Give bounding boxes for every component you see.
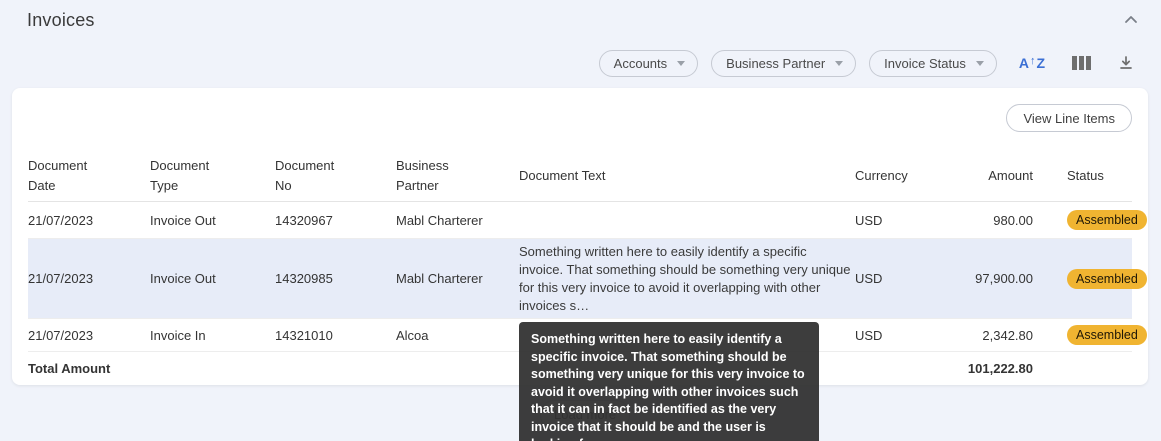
header-document-no: Document No [275, 157, 335, 193]
table-header-row: Document Date Document Type Document No … [28, 150, 1132, 202]
amount-cell: 980.00 [993, 212, 1033, 228]
document-text-tooltip: Something written here to easily identif… [519, 322, 819, 441]
filter-business-partner-label: Business Partner [726, 55, 826, 71]
download-button[interactable] [1114, 50, 1138, 76]
amount-cell: 2,342.80 [982, 327, 1033, 343]
filter-accounts-label: Accounts [613, 55, 668, 71]
header-amount: Amount [988, 168, 1033, 183]
header-status: Status [1067, 168, 1104, 183]
download-icon [1120, 56, 1132, 69]
status-cell: Assembled [1033, 268, 1147, 289]
currency-cell: USD [855, 212, 883, 228]
filter-accounts[interactable]: Accounts [598, 49, 699, 77]
document-date-cell: 21/07/2023 [28, 327, 94, 343]
document-no-cell: 14320967 [275, 212, 333, 228]
document-no-cell: 14320985 [275, 271, 333, 286]
header-currency: Currency [855, 168, 908, 183]
columns-icon [1072, 56, 1091, 70]
document-no-cell: 14321010 [275, 327, 333, 343]
header-document-text: Document Text [519, 168, 606, 183]
table-row[interactable]: 21/07/2023 Invoice Out 14320985 Mabl Cha… [28, 239, 1147, 319]
page-title: Invoices [27, 9, 95, 30]
sort-button[interactable]: A ↑ Z [1015, 50, 1049, 76]
section-header: Invoices [27, 8, 1143, 32]
business-partner-cell: Mabl Charterer [396, 271, 483, 286]
total-amount-value: 101,222.80 [967, 360, 1033, 376]
status-badge: Assembled [1067, 210, 1147, 230]
status-cell: Assembled [1033, 325, 1147, 345]
sort-alphabetical-icon: A ↑ Z [1018, 55, 1045, 71]
business-partner-cell: Mabl Charterer [396, 212, 483, 228]
header-document-type: Document Type [150, 157, 210, 193]
amount-cell: 97,900.00 [975, 271, 1033, 286]
currency-cell: USD [855, 327, 883, 343]
document-text-cell: Something written here to easily identif… [519, 243, 851, 313]
status-cell: Assembled [1033, 210, 1147, 230]
status-badge: Assembled [1067, 325, 1147, 345]
currency-cell: USD [855, 271, 883, 286]
columns-button[interactable] [1068, 50, 1095, 76]
status-badge: Assembled [1067, 268, 1147, 289]
document-type-cell: Invoice Out [150, 212, 216, 228]
chevron-down-icon [835, 60, 844, 66]
document-date-cell: 21/07/2023 [28, 271, 94, 286]
table-toolbar: Accounts Business Partner Invoice Status… [598, 49, 1138, 77]
chevron-up-icon [1125, 16, 1137, 23]
chevron-down-icon [677, 60, 686, 66]
document-date-cell: 21/07/2023 [28, 212, 94, 228]
business-partner-cell: Alcoa [396, 327, 429, 343]
document-type-cell: Invoice Out [150, 271, 216, 286]
filter-invoice-status-label: Invoice Status [884, 55, 966, 71]
filter-business-partner[interactable]: Business Partner [711, 49, 857, 77]
view-line-items-button[interactable]: View Line Items [1006, 104, 1132, 132]
header-document-date: Document Date [28, 157, 88, 193]
invoices-page: Invoices Accounts Business Partner Invoi… [0, 0, 1161, 441]
filter-invoice-status[interactable]: Invoice Status [869, 49, 997, 77]
card-actions: View Line Items [28, 104, 1132, 150]
chevron-down-icon [975, 60, 984, 66]
document-type-cell: Invoice In [150, 327, 206, 343]
collapse-section-button[interactable] [1119, 8, 1143, 32]
header-business-partner: Business Partner [396, 157, 449, 193]
table-row[interactable]: 21/07/2023 Invoice Out 14320967 Mabl Cha… [28, 202, 1147, 239]
